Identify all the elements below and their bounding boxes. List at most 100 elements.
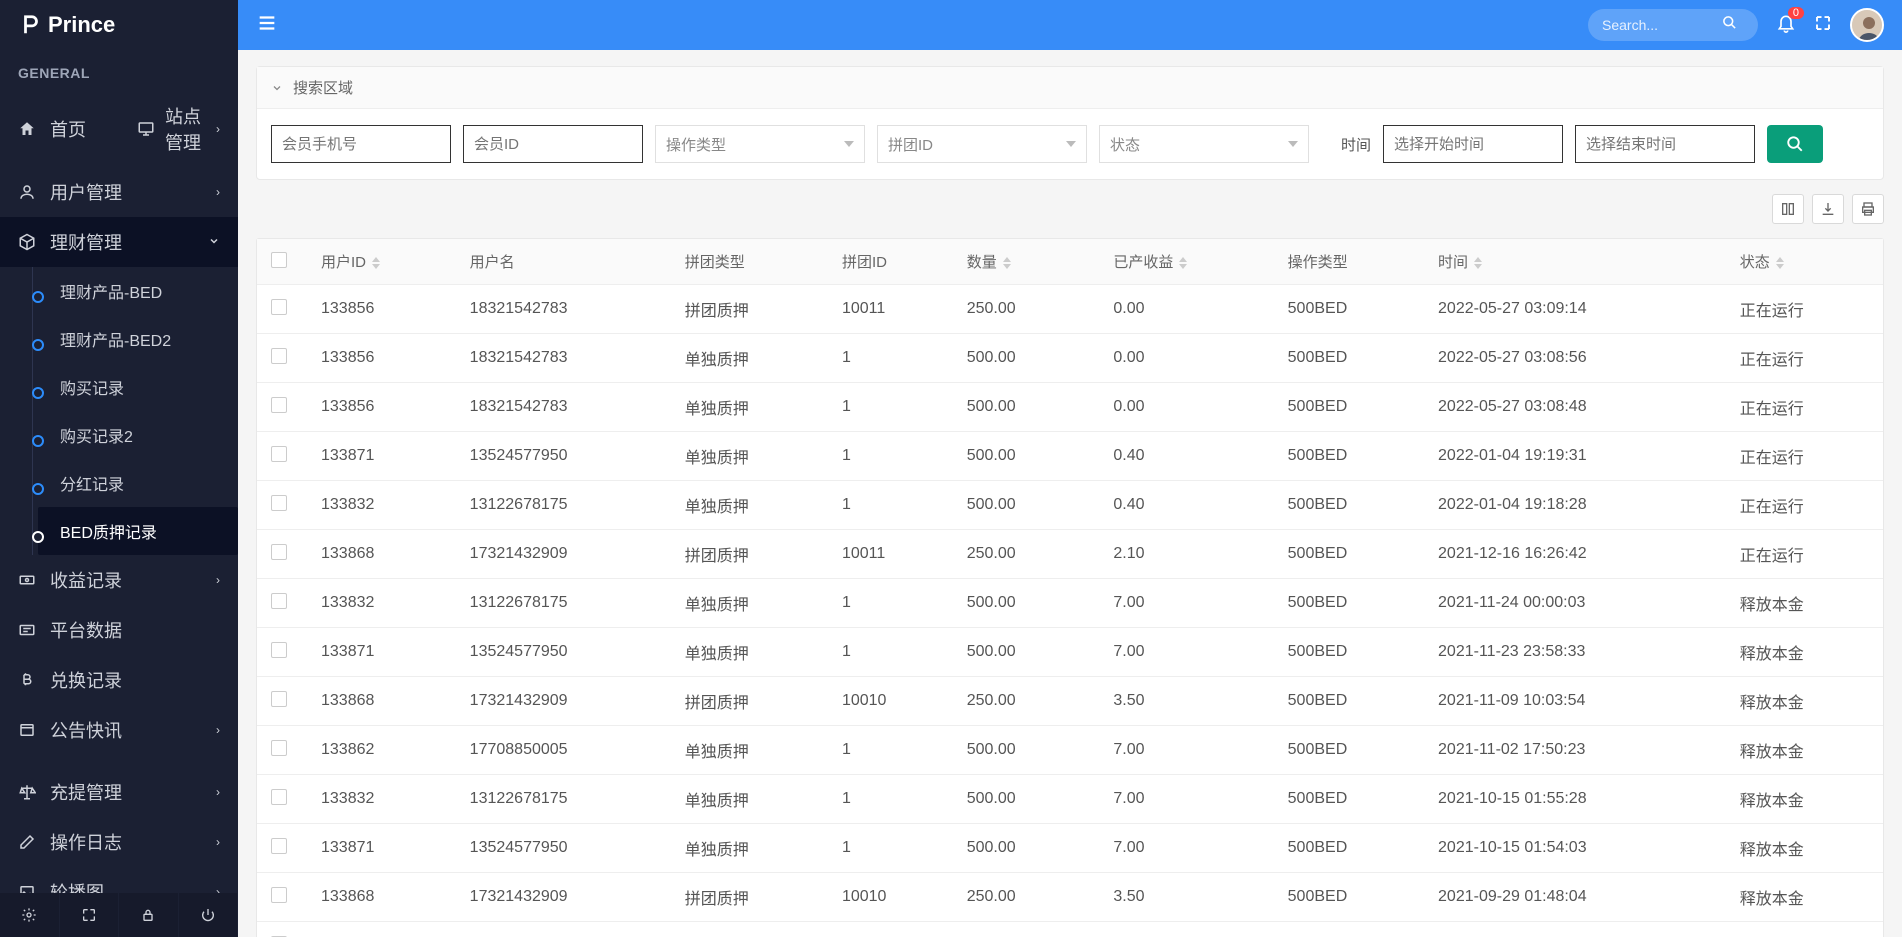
cell-op: 500BED [1274,530,1424,579]
col-header[interactable]: 状态 [1726,239,1883,285]
table-row: 133832 13122678175 单独质押 1 500.00 7.00 50… [257,775,1883,824]
cell-op: 500BED [1274,726,1424,775]
notifications-button[interactable]: 0 [1776,13,1796,38]
cell-gtype: 单独质押 [671,432,828,481]
sidebar-item-site[interactable]: 站点管理 › [119,91,238,167]
sidebar-item-users[interactable]: 用户管理 › [0,167,238,217]
search-input[interactable] [1602,17,1722,33]
cell-qty: 500.00 [953,726,1100,775]
sidebar-item-label: 操作日志 [50,829,122,855]
row-checkbox[interactable] [271,348,287,364]
export-button[interactable] [1812,194,1844,224]
select-all-checkbox[interactable] [271,252,287,268]
cell-uname: 17708850005 [456,922,671,937]
sidebar-item-exchange[interactable]: 兑换记录 [0,655,238,705]
section-title: GENERAL [0,50,238,91]
group-id-select[interactable]: 拼团ID [877,125,1087,163]
cell-time: 2021-09-29 01:48:04 [1424,873,1726,922]
sub-item-buy2[interactable]: 购买记录2 [38,411,238,459]
search-area-toggle[interactable]: 搜索区域 [257,67,1883,109]
phone-input[interactable] [271,125,451,163]
sidebar-item-home[interactable]: 首页 [0,91,119,167]
cell-earn: 0.00 [1099,383,1273,432]
row-checkbox[interactable] [271,691,287,707]
print-button[interactable] [1852,194,1884,224]
cell-qty: 500.00 [953,775,1100,824]
row-checkbox[interactable] [271,789,287,805]
op-type-select[interactable]: 操作类型 [655,125,865,163]
cell-uname: 18321542783 [456,285,671,334]
menu-toggle-button[interactable] [256,12,278,39]
cell-uid: 133832 [307,775,456,824]
start-time-input[interactable] [1383,125,1563,163]
sidebar-item-news[interactable]: 公告快讯 › [0,705,238,755]
cell-qty: 250.00 [953,873,1100,922]
fullscreen-button[interactable] [1814,14,1832,37]
expand-button[interactable] [60,893,120,937]
cell-op: 500BED [1274,873,1424,922]
row-checkbox[interactable] [271,446,287,462]
cell-qty: 500.00 [953,824,1100,873]
sub-item-bed2[interactable]: 理财产品-BED2 [38,315,238,363]
row-checkbox[interactable] [271,299,287,315]
table-row: 133856 18321542783 单独质押 1 500.00 0.00 50… [257,334,1883,383]
submenu-finance: 理财产品-BED 理财产品-BED2 购买记录 购买记录2 分红记录 BED质押… [0,267,238,555]
sidebar-item-platform[interactable]: 平台数据 [0,605,238,655]
col-header: 拼团ID [828,239,953,285]
lock-button[interactable] [119,893,179,937]
table-row: 133871 13524577950 单独质押 1 500.00 7.00 50… [257,628,1883,677]
row-checkbox[interactable] [271,495,287,511]
window-icon [18,721,40,739]
cell-time: 2022-05-27 03:09:14 [1424,285,1726,334]
col-header[interactable]: 用户ID [307,239,456,285]
col-header[interactable]: 已产收益 [1099,239,1273,285]
row-checkbox[interactable] [271,887,287,903]
cell-uname: 13524577950 [456,432,671,481]
col-header: 用户名 [456,239,671,285]
row-checkbox[interactable] [271,397,287,413]
cell-earn: 7.00 [1099,922,1273,937]
sub-item-dividend[interactable]: 分红记录 [38,459,238,507]
chevron-right-icon: › [216,122,220,136]
row-checkbox[interactable] [271,544,287,560]
row-checkbox[interactable] [271,740,287,756]
cell-op: 500BED [1274,481,1424,530]
search-button[interactable] [1767,125,1823,163]
sub-item-bed[interactable]: 理财产品-BED [38,267,238,315]
col-header[interactable]: 数量 [953,239,1100,285]
table-row: 133832 13122678175 单独质押 1 500.00 0.40 50… [257,481,1883,530]
global-search[interactable] [1588,9,1758,41]
table-row: 133832 13122678175 单独质押 1 500.00 7.00 50… [257,579,1883,628]
cell-qty: 500.00 [953,579,1100,628]
col-header[interactable]: 时间 [1424,239,1726,285]
cell-earn: 7.00 [1099,726,1273,775]
cell-time: 2021-11-02 17:50:23 [1424,726,1726,775]
cell-gtype: 单独质押 [671,481,828,530]
sidebar-item-log[interactable]: 操作日志 › [0,817,238,867]
user-icon [18,183,40,201]
main-content: 搜索区域 操作类型 拼团ID 状态 时间 [238,50,1902,937]
row-checkbox[interactable] [271,593,287,609]
sub-item-pledge[interactable]: BED质押记录 [38,507,238,555]
end-time-input[interactable] [1575,125,1755,163]
cell-earn: 2.10 [1099,530,1273,579]
columns-button[interactable] [1772,194,1804,224]
member-id-input[interactable] [463,125,643,163]
power-button[interactable] [179,893,239,937]
sidebar-item-earnings[interactable]: 收益记录 › [0,555,238,605]
sidebar-item-label: 公告快讯 [50,717,122,743]
sub-item-buy[interactable]: 购买记录 [38,363,238,411]
sort-icon [1179,257,1187,269]
cell-earn: 0.00 [1099,285,1273,334]
avatar[interactable] [1850,8,1884,42]
row-checkbox[interactable] [271,838,287,854]
cash-icon [18,571,40,589]
cell-uname: 17321432909 [456,530,671,579]
sidebar-item-label: 用户管理 [50,179,122,205]
sidebar-item-finance[interactable]: 理财管理 [0,217,238,267]
settings-button[interactable] [0,893,60,937]
row-checkbox[interactable] [271,642,287,658]
caret-down-icon [844,141,854,147]
status-select[interactable]: 状态 [1099,125,1309,163]
sidebar-item-deposit[interactable]: 充提管理 › [0,767,238,817]
